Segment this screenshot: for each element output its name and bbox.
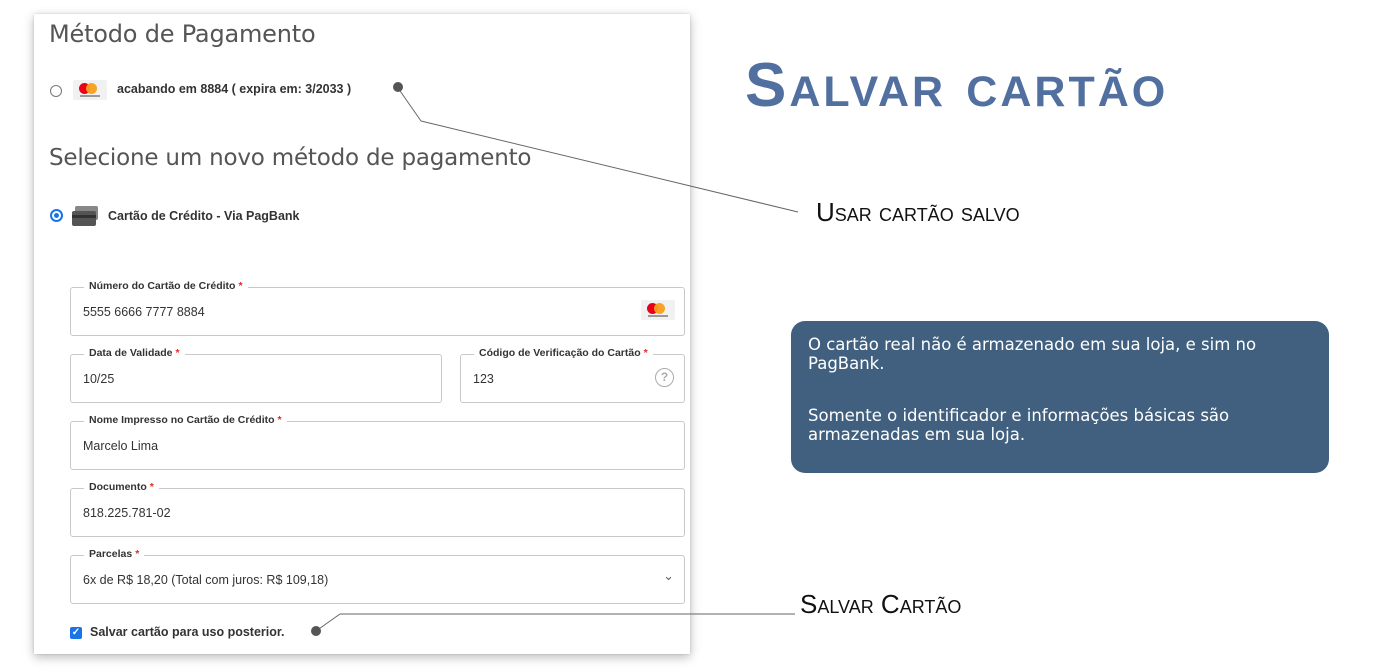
expiry-value[interactable]: 10/25 bbox=[83, 372, 114, 386]
info-box: O cartão real não é armazenado em sua lo… bbox=[791, 321, 1329, 473]
callout-dot-saved bbox=[393, 82, 403, 92]
installments-select[interactable]: Parcelas * 6x de R$ 18,20 (Total com juro… bbox=[70, 548, 685, 604]
holder-name-field[interactable]: Nome Impresso no Cartão de Crédito * Marc… bbox=[70, 414, 685, 470]
save-card-label[interactable]: Salvar cartão para uso posterior. bbox=[90, 625, 285, 639]
document-legend: Documento * bbox=[84, 481, 159, 493]
card-number-legend: Número do Cartão de Crédito * bbox=[84, 280, 248, 292]
document-field[interactable]: Documento * 818.225.781-02 bbox=[70, 481, 685, 537]
holder-name-value[interactable]: Marcelo Lima bbox=[83, 439, 158, 453]
chevron-down-icon[interactable]: ⌄ bbox=[663, 568, 674, 584]
save-card-checkbox[interactable]: ✓ bbox=[70, 627, 82, 639]
holder-name-legend: Nome Impresso no Cartão de Crédito * bbox=[84, 414, 287, 426]
expiry-legend: Data de Validade * bbox=[84, 347, 185, 359]
cvv-field[interactable]: Código de Verificação do Cartão * 123 ? bbox=[460, 347, 685, 403]
callout-dot-save bbox=[311, 626, 321, 636]
credit-card-radio[interactable] bbox=[50, 209, 63, 222]
document-value[interactable]: 818.225.781-02 bbox=[83, 506, 171, 520]
payment-method-title: Método de Pagamento bbox=[49, 20, 316, 48]
info-paragraph-2: Somente o identificador e informações bá… bbox=[808, 406, 1230, 444]
saved-card-label[interactable]: acabando em 8884 ( expira em: 3/2033 ) bbox=[117, 82, 351, 96]
installments-legend: Parcelas * bbox=[84, 548, 145, 560]
cvv-legend: Código de Verificação do Cartão * bbox=[474, 347, 653, 359]
new-method-title: Selecione um novo método de pagamento bbox=[49, 145, 532, 171]
expiry-field[interactable]: Data de Validade * 10/25 bbox=[70, 347, 442, 403]
mastercard-icon bbox=[641, 300, 675, 320]
info-paragraph-1: O cartão real não é armazenado em sua lo… bbox=[808, 335, 1257, 373]
callout-save-card: Salvar Cartão bbox=[800, 589, 962, 619]
callout-use-saved-card: Usar cartão salvo bbox=[816, 197, 1020, 227]
payment-panel: Método de Pagamento acabando em 8884 ( e… bbox=[34, 14, 690, 654]
card-number-value[interactable]: 5555 6666 7777 8884 bbox=[83, 305, 205, 319]
credit-card-option-label[interactable]: Cartão de Crédito - Via PagBank bbox=[108, 209, 300, 223]
help-icon[interactable]: ? bbox=[655, 368, 674, 387]
installments-value[interactable]: 6x de R$ 18,20 (Total com juros: R$ 109,… bbox=[83, 573, 328, 587]
credit-card-icon bbox=[72, 206, 98, 226]
mastercard-icon bbox=[73, 80, 107, 100]
card-number-field[interactable]: Número do Cartão de Crédito * 5555 6666 7… bbox=[70, 280, 685, 336]
saved-card-radio[interactable] bbox=[50, 85, 62, 97]
cvv-value[interactable]: 123 bbox=[473, 372, 494, 386]
annotation-title: Salvar cartão bbox=[745, 51, 1169, 120]
